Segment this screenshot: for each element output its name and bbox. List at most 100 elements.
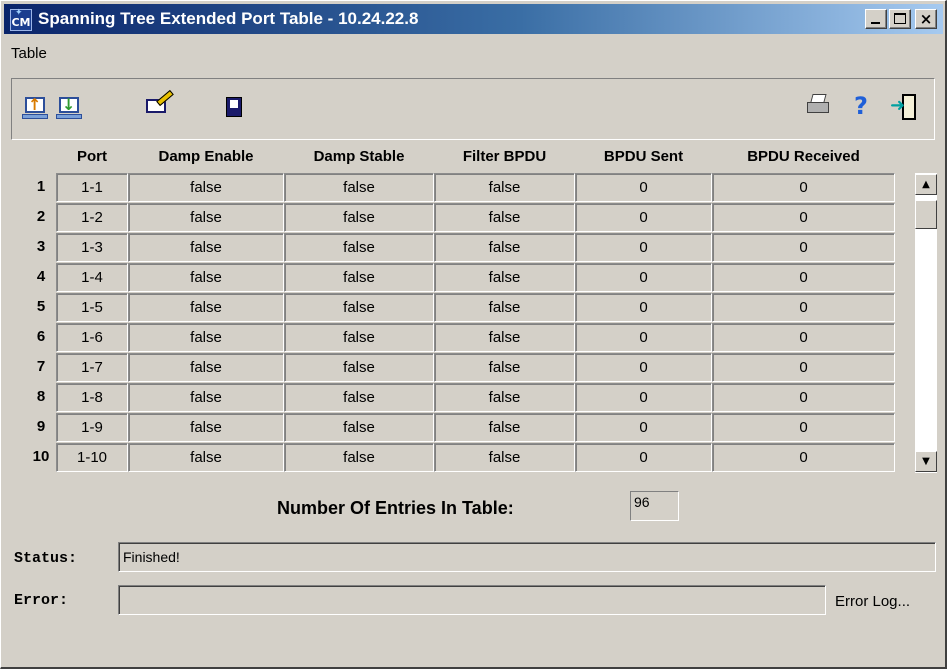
cell-filter-bpdu[interactable]: false — [434, 443, 575, 472]
cell-damp-stable[interactable]: false — [284, 173, 434, 202]
table-row[interactable]: 9 1-9 false false false 0 0 — [1, 413, 901, 443]
download-button[interactable]: ↓ — [56, 93, 84, 121]
cell-damp-enable[interactable]: false — [128, 173, 284, 202]
cell-damp-stable[interactable]: false — [284, 263, 434, 292]
cell-port[interactable]: 1-4 — [56, 263, 128, 292]
cell-filter-bpdu[interactable]: false — [434, 413, 575, 442]
cell-filter-bpdu[interactable]: false — [434, 293, 575, 322]
table-row[interactable]: 7 1-7 false false false 0 0 — [1, 353, 901, 383]
cell-bpdu-sent[interactable]: 0 — [575, 173, 712, 202]
row-number: 3 — [36, 238, 46, 255]
cell-port[interactable]: 1-1 — [56, 173, 128, 202]
cell-bpdu-sent[interactable]: 0 — [575, 413, 712, 442]
cell-bpdu-received[interactable]: 0 — [712, 413, 895, 442]
cell-filter-bpdu[interactable]: false — [434, 353, 575, 382]
cell-port[interactable]: 1-8 — [56, 383, 128, 412]
cell-port[interactable]: 1-2 — [56, 203, 128, 232]
cell-damp-enable[interactable]: false — [128, 353, 284, 382]
table-row[interactable]: 10 1-10 false false false 0 0 — [1, 443, 901, 473]
cell-filter-bpdu[interactable]: false — [434, 233, 575, 262]
cell-bpdu-received[interactable]: 0 — [712, 353, 895, 382]
edit-button[interactable] — [146, 89, 174, 121]
table-row[interactable]: 2 1-2 false false false 0 0 — [1, 203, 901, 233]
cell-damp-enable[interactable]: false — [128, 443, 284, 472]
cell-bpdu-received[interactable]: 0 — [712, 443, 895, 472]
column-header-bpdu-received[interactable]: BPDU Received — [712, 148, 895, 165]
cell-damp-enable[interactable]: false — [128, 323, 284, 352]
cell-damp-stable[interactable]: false — [284, 413, 434, 442]
column-header-port[interactable]: Port — [56, 148, 128, 165]
column-header-bpdu-sent[interactable]: BPDU Sent — [575, 148, 712, 165]
close-button[interactable]: × — [915, 9, 937, 29]
cell-filter-bpdu[interactable]: false — [434, 383, 575, 412]
cell-bpdu-sent[interactable]: 0 — [575, 443, 712, 472]
error-label: Error: — [14, 592, 69, 609]
scroll-down-button[interactable]: ▼ — [915, 451, 937, 472]
exit-button[interactable]: ➜ — [890, 93, 918, 121]
cell-damp-stable[interactable]: false — [284, 353, 434, 382]
cell-port[interactable]: 1-5 — [56, 293, 128, 322]
help-button[interactable]: ? — [849, 93, 877, 121]
print-button[interactable] — [806, 93, 834, 121]
cell-bpdu-received[interactable]: 0 — [712, 233, 895, 262]
save-button[interactable] — [226, 97, 254, 125]
cell-damp-stable[interactable]: false — [284, 203, 434, 232]
exit-icon: ➜ — [890, 93, 918, 121]
minimize-icon — [871, 22, 880, 24]
cell-filter-bpdu[interactable]: false — [434, 323, 575, 352]
cell-bpdu-sent[interactable]: 0 — [575, 323, 712, 352]
column-header-damp-enable[interactable]: Damp Enable — [128, 148, 284, 165]
cell-filter-bpdu[interactable]: false — [434, 173, 575, 202]
cell-bpdu-sent[interactable]: 0 — [575, 353, 712, 382]
cell-port[interactable]: 1-6 — [56, 323, 128, 352]
scroll-up-button[interactable]: ▲ — [915, 174, 937, 195]
cell-damp-enable[interactable]: false — [128, 293, 284, 322]
cell-bpdu-received[interactable]: 0 — [712, 293, 895, 322]
cell-damp-stable[interactable]: false — [284, 323, 434, 352]
cell-damp-stable[interactable]: false — [284, 233, 434, 262]
cell-bpdu-sent[interactable]: 0 — [575, 383, 712, 412]
column-header-damp-stable[interactable]: Damp Stable — [284, 148, 434, 165]
error-log-button[interactable]: Error Log... — [835, 593, 910, 610]
cell-bpdu-received[interactable]: 0 — [712, 173, 895, 202]
cell-bpdu-received[interactable]: 0 — [712, 203, 895, 232]
table-row[interactable]: 8 1-8 false false false 0 0 — [1, 383, 901, 413]
vertical-scrollbar[interactable]: ▲ ▼ — [915, 173, 937, 473]
table-row[interactable]: 4 1-4 false false false 0 0 — [1, 263, 901, 293]
minimize-button[interactable] — [865, 9, 887, 29]
cell-port[interactable]: 1-10 — [56, 443, 128, 472]
menu-table[interactable]: Table — [9, 45, 49, 62]
cell-bpdu-received[interactable]: 0 — [712, 383, 895, 412]
maximize-button[interactable] — [889, 9, 911, 29]
cell-damp-enable[interactable]: false — [128, 233, 284, 262]
cell-port[interactable]: 1-9 — [56, 413, 128, 442]
cell-port[interactable]: 1-3 — [56, 233, 128, 262]
table-row[interactable]: 1 1-1 false false false 0 0 — [1, 173, 901, 203]
cell-damp-stable[interactable]: false — [284, 443, 434, 472]
app-icon[interactable]: ✦ CM — [10, 8, 32, 31]
table-row[interactable]: 3 1-3 false false false 0 0 — [1, 233, 901, 263]
cell-filter-bpdu[interactable]: false — [434, 203, 575, 232]
error-field — [118, 585, 826, 615]
scroll-thumb[interactable] — [915, 200, 937, 229]
title-bar[interactable]: ✦ CM Spanning Tree Extended Port Table -… — [4, 4, 943, 34]
cell-bpdu-received[interactable]: 0 — [712, 323, 895, 352]
cell-bpdu-sent[interactable]: 0 — [575, 293, 712, 322]
cell-bpdu-received[interactable]: 0 — [712, 263, 895, 292]
cell-filter-bpdu[interactable]: false — [434, 263, 575, 292]
cell-damp-stable[interactable]: false — [284, 293, 434, 322]
table-row[interactable]: 6 1-6 false false false 0 0 — [1, 323, 901, 353]
cell-port[interactable]: 1-7 — [56, 353, 128, 382]
row-number: 1 — [36, 178, 46, 195]
column-header-filter-bpdu[interactable]: Filter BPDU — [434, 148, 575, 165]
cell-bpdu-sent[interactable]: 0 — [575, 233, 712, 262]
table-row[interactable]: 5 1-5 false false false 0 0 — [1, 293, 901, 323]
cell-damp-enable[interactable]: false — [128, 263, 284, 292]
cell-damp-enable[interactable]: false — [128, 413, 284, 442]
cell-damp-stable[interactable]: false — [284, 383, 434, 412]
cell-bpdu-sent[interactable]: 0 — [575, 203, 712, 232]
cell-damp-enable[interactable]: false — [128, 383, 284, 412]
cell-bpdu-sent[interactable]: 0 — [575, 263, 712, 292]
cell-damp-enable[interactable]: false — [128, 203, 284, 232]
upload-button[interactable]: ↑ — [22, 93, 50, 121]
